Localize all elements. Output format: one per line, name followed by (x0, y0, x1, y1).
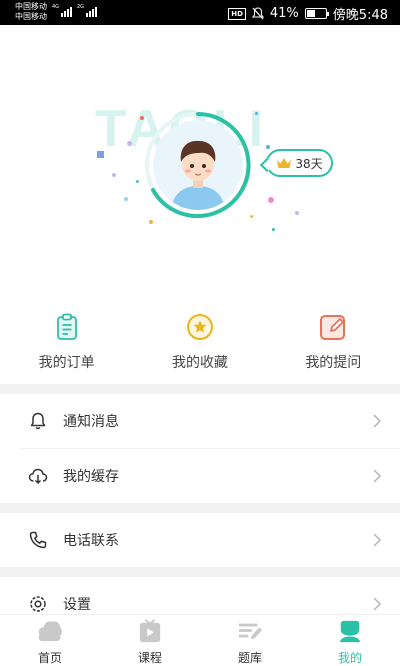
bell-icon (30, 412, 46, 430)
chevron-right-icon (373, 597, 382, 611)
confetti-dot (295, 211, 299, 215)
signal-icon-1 (61, 5, 72, 17)
home-icon (38, 621, 62, 642)
menu-item-cache[interactable]: 我的缓存 (0, 449, 400, 503)
quick-action-label: 我的提问 (305, 355, 362, 371)
status-bar: 中国移动 中国移动 4G 2G HD 41% 傍晚5:48 (0, 0, 400, 25)
signal-icon-2 (86, 5, 97, 17)
star-icon (185, 312, 215, 342)
confetti-dot (124, 197, 128, 201)
hd-badge: HD (228, 7, 246, 20)
edit-icon (318, 312, 348, 342)
menu-item-label: 通知消息 (63, 414, 119, 430)
clock: 傍晚5:48 (332, 8, 388, 23)
network-type-1: 4G (52, 4, 60, 10)
avatar-illustration (171, 140, 225, 210)
confetti-dot (149, 220, 153, 224)
confetti-dot (268, 197, 274, 203)
chevron-right-icon (373, 533, 382, 547)
tab-home[interactable]: 首页 (0, 615, 100, 666)
crown-icon (277, 158, 292, 168)
confetti-dot (266, 145, 270, 149)
battery-icon (304, 8, 329, 19)
network-type-2: 2G (77, 4, 85, 10)
tab-label: 课程 (137, 651, 162, 665)
confetti-square (97, 151, 104, 158)
profile-header: TAOLI 38天 (0, 25, 400, 287)
menu-item-notifications[interactable]: 通知消息 (0, 394, 400, 448)
quick-action-label: 我的收藏 (171, 355, 228, 371)
confetti-dot (112, 173, 116, 177)
tab-mine[interactable]: 我的 (300, 615, 400, 666)
tab-courses[interactable]: 课程 (100, 615, 200, 666)
chevron-right-icon (373, 469, 382, 483)
streak-badge: 38天 (266, 149, 333, 177)
play-icon (139, 619, 161, 643)
bottom-tab-bar: 首页 课程 题库 我的 (0, 614, 400, 666)
confetti-dot (255, 112, 258, 115)
menu-item-label: 我的缓存 (63, 469, 119, 485)
section-divider (0, 384, 400, 394)
question-bank-icon (238, 623, 262, 640)
menu-item-label: 设置 (63, 597, 91, 613)
carrier-info: 中国移动 中国移动 (15, 2, 47, 22)
tab-label: 首页 (37, 651, 62, 665)
my-favorites-button[interactable]: 我的收藏 (133, 312, 266, 384)
carrier-2: 中国移动 (15, 12, 47, 21)
tab-label: 题库 (237, 651, 262, 665)
phone-icon (29, 531, 47, 549)
section-divider (0, 503, 400, 513)
avatar[interactable] (153, 120, 243, 210)
confetti-dot (127, 141, 132, 146)
order-icon (52, 312, 82, 342)
confetti-dot (272, 228, 275, 231)
profile-icon (339, 620, 361, 643)
battery-percent: 41% (269, 6, 299, 21)
mute-icon (251, 7, 264, 20)
tab-question-bank[interactable]: 题库 (200, 615, 300, 666)
menu-item-phone[interactable]: 电话联系 (0, 513, 400, 567)
menu-item-label: 电话联系 (63, 533, 119, 549)
my-questions-button[interactable]: 我的提问 (267, 312, 400, 384)
confetti-dot (136, 180, 139, 183)
my-orders-button[interactable]: 我的订单 (0, 312, 133, 384)
section-divider (0, 567, 400, 577)
streak-days: 38天 (295, 156, 323, 171)
cloud-download-icon (28, 468, 48, 485)
chevron-right-icon (373, 414, 382, 428)
gear-icon (30, 596, 46, 612)
quick-actions: 我的订单 我的收藏 我的提问 (0, 312, 400, 384)
tab-label: 我的 (337, 651, 362, 665)
quick-action-label: 我的订单 (38, 355, 95, 371)
carrier-1: 中国移动 (15, 2, 47, 11)
